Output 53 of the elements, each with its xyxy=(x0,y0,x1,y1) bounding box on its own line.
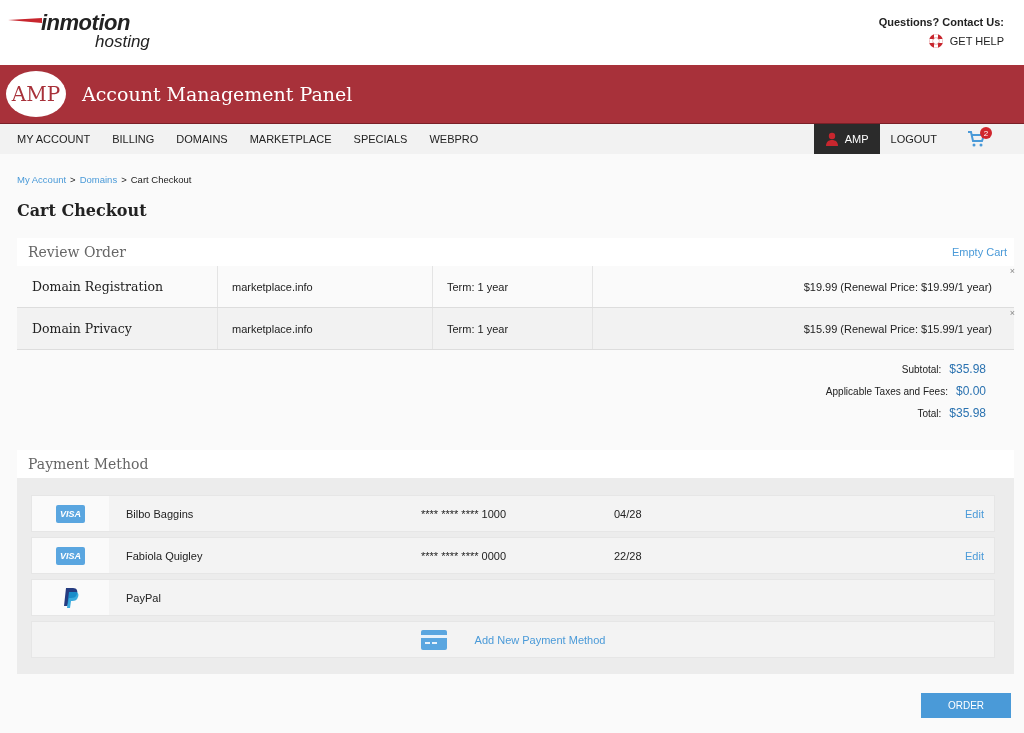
user-menu[interactable]: AMP xyxy=(813,124,880,154)
product-name: Domain Privacy xyxy=(31,320,133,338)
nav-item[interactable]: WEBPRO xyxy=(418,124,490,154)
logo-subtitle: hosting xyxy=(95,32,150,52)
breadcrumb-current: Cart Checkout xyxy=(130,174,192,185)
product-name: Domain Registration xyxy=(31,278,165,296)
nav-item[interactable]: SPECIALS xyxy=(342,124,419,154)
cart-button[interactable]: 2 xyxy=(968,124,992,154)
page-title: Cart Checkout xyxy=(17,201,148,220)
payment-row[interactable]: PayPal xyxy=(31,579,995,616)
card-brand-icon: VISA xyxy=(56,504,85,523)
breadcrumb-separator: > xyxy=(70,174,76,185)
card-expiry: 04/28 xyxy=(614,507,643,520)
remove-button[interactable]: × xyxy=(1009,266,1015,276)
contact-label: Questions? Contact Us: xyxy=(878,16,1004,28)
payment-row[interactable]: VISA Fabiola Quigley **** **** **** 0000 22/28 Edit xyxy=(31,537,995,574)
nav-item[interactable]: MARKETPLACE xyxy=(238,124,343,154)
cart-icon xyxy=(968,131,986,147)
payment-name: Bilbo Baggins xyxy=(125,507,195,520)
cart-count-badge: 2 xyxy=(980,127,992,139)
lifebuoy-icon xyxy=(927,33,944,49)
domain-cell: marketplace.info xyxy=(217,266,432,307)
panel-title: Review Order xyxy=(28,244,127,260)
paypal-icon xyxy=(62,586,79,609)
banner-title: Account Management Panel xyxy=(82,83,353,105)
nav-item[interactable]: DOMAINS xyxy=(165,124,239,154)
payment-row[interactable]: VISA Bilbo Baggins **** **** **** 1000 04/28 Edit xyxy=(31,495,995,532)
card-number: **** **** **** 1000 xyxy=(421,507,507,520)
logo-wordmark: inmotion xyxy=(41,10,130,35)
logout-link[interactable]: LOGOUT xyxy=(879,124,948,154)
panel-title: Payment Method xyxy=(28,456,149,472)
credit-card-icon xyxy=(420,629,447,650)
term-cell: Term: 1 year xyxy=(432,308,592,349)
total-value: $35.98 xyxy=(949,406,986,420)
amp-badge: AMP xyxy=(6,71,66,117)
card-number: **** **** **** 0000 xyxy=(421,549,507,562)
term-cell: Term: 1 year xyxy=(432,266,592,307)
payment-name: PayPal xyxy=(125,591,162,604)
total-label: Total: xyxy=(917,407,942,419)
total-label: Applicable Taxes and Fees: xyxy=(825,385,948,397)
card-expiry: 22/28 xyxy=(614,549,643,562)
total-value: $35.98 xyxy=(949,362,986,376)
user-icon xyxy=(824,132,839,146)
nav-item[interactable]: MY ACCOUNT xyxy=(6,124,102,154)
payment-name: Fabiola Quigley xyxy=(125,549,204,562)
help-link[interactable]: GET HELP xyxy=(927,33,1004,49)
logo[interactable]: inmotion hosting xyxy=(8,10,168,65)
card-brand-icon: VISA xyxy=(56,546,85,565)
domain-cell: marketplace.info xyxy=(217,308,432,349)
nav-item[interactable]: BILLING xyxy=(101,124,166,154)
breadcrumb-separator: > xyxy=(121,174,127,185)
total-value: $0.00 xyxy=(955,384,986,398)
total-label: Subtotal: xyxy=(901,363,942,375)
